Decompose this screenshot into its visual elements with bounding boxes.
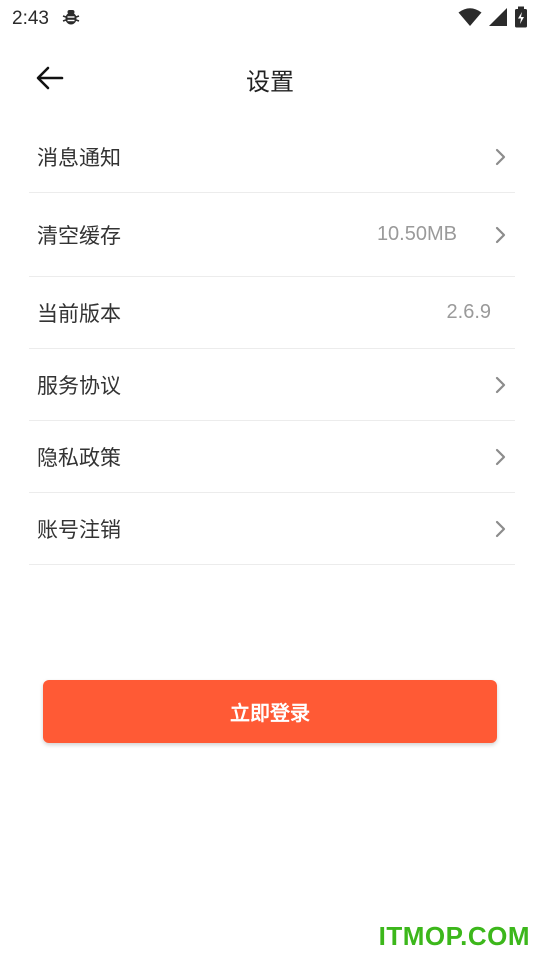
watermark-logo: ITMOP.COM bbox=[378, 921, 530, 951]
version-value: 2.6.9 bbox=[446, 301, 491, 323]
bug-icon bbox=[61, 7, 81, 31]
header: 设置 bbox=[0, 50, 540, 106]
settings-list: 消息通知 清空缓存 10.50MB 当前版本 2.6.9 服务协议 隐私政策 账… bbox=[29, 121, 515, 565]
status-right bbox=[458, 6, 528, 32]
settings-item-label: 消息通知 bbox=[37, 145, 121, 170]
settings-item-label: 当前版本 bbox=[37, 301, 121, 326]
settings-item-notifications[interactable]: 消息通知 bbox=[29, 121, 515, 193]
chevron-right-icon bbox=[495, 148, 506, 165]
chevron-right-icon bbox=[495, 226, 506, 243]
status-time: 2:43 bbox=[12, 8, 49, 29]
settings-item-privacy-policy[interactable]: 隐私政策 bbox=[29, 421, 515, 493]
battery-charging-icon bbox=[514, 6, 528, 32]
page-title: 设置 bbox=[246, 68, 294, 96]
chevron-right-icon bbox=[495, 448, 506, 465]
settings-item-clear-cache[interactable]: 清空缓存 10.50MB bbox=[29, 193, 515, 277]
settings-item-version: 当前版本 2.6.9 bbox=[29, 277, 515, 349]
chevron-right-icon bbox=[495, 520, 506, 537]
settings-item-account-deletion[interactable]: 账号注销 bbox=[29, 493, 515, 565]
signal-icon bbox=[488, 7, 508, 31]
status-left: 2:43 bbox=[12, 7, 81, 31]
login-button[interactable]: 立即登录 bbox=[43, 680, 497, 743]
settings-item-label: 清空缓存 bbox=[37, 223, 121, 248]
settings-item-service-agreement[interactable]: 服务协议 bbox=[29, 349, 515, 421]
settings-item-label: 账号注销 bbox=[37, 517, 121, 542]
cache-size-value: 10.50MB bbox=[376, 223, 457, 245]
settings-item-label: 隐私政策 bbox=[37, 445, 121, 470]
chevron-right-icon bbox=[495, 376, 506, 393]
status-bar: 2:43 bbox=[0, 0, 540, 38]
settings-item-label: 服务协议 bbox=[37, 373, 121, 398]
settings-screen: 2:43 设置 消息通知 清空缓存 10.50MB 当前版本 2.6.9 服务协… bbox=[0, 0, 540, 960]
wifi-icon bbox=[458, 7, 482, 31]
